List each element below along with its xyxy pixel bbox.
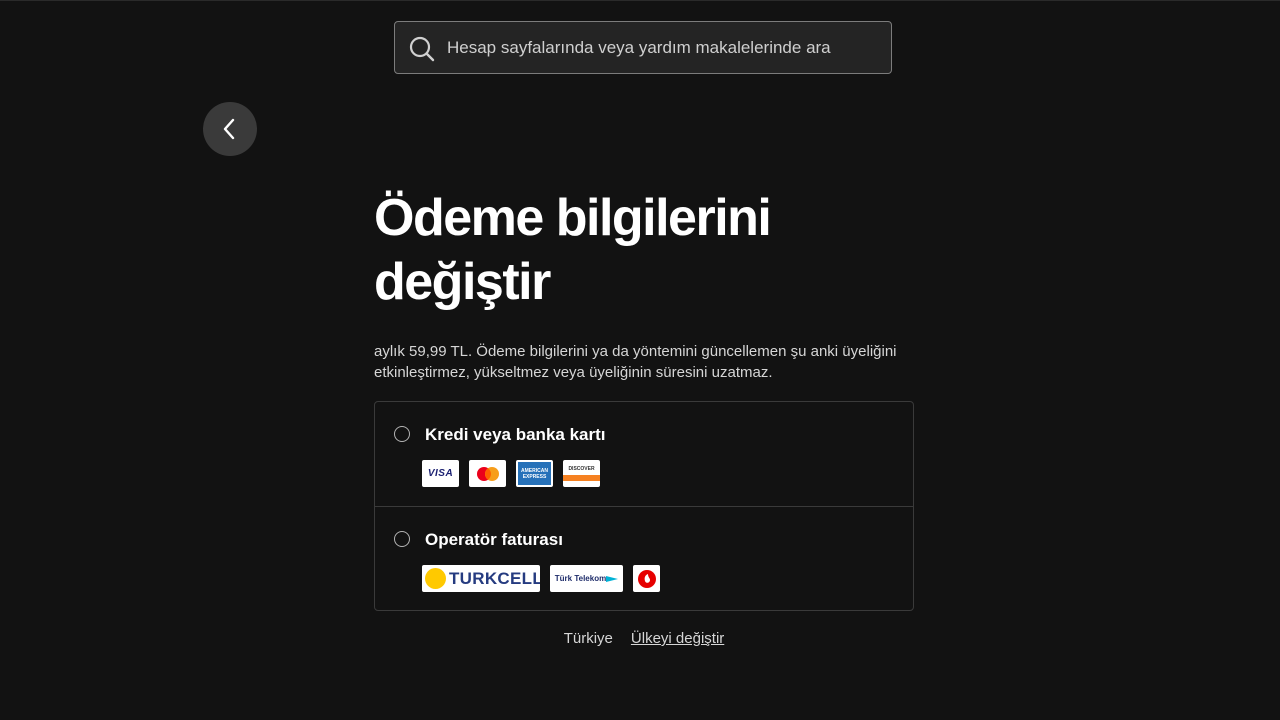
card-option-label: Kredi veya banka kartı <box>425 425 606 444</box>
top-divider <box>0 0 1280 1</box>
search-bar[interactable] <box>394 21 892 74</box>
carrier-option-label: Operatör faturası <box>425 530 563 549</box>
mastercard-logo <box>469 460 506 487</box>
visa-logo: VISA <box>422 460 459 487</box>
page-description: aylık 59,99 TL. Ödeme bilgilerini ya da … <box>374 343 897 381</box>
change-country-link[interactable]: Ülkeyi değiştir <box>631 630 724 650</box>
payment-option-carrier[interactable]: Operatör faturası TURKCELL Türk Telekom <box>375 507 913 611</box>
discover-logo: DISCOVER <box>563 460 600 487</box>
payment-options: Kredi veya banka kartı VISA AMERICAN EXP… <box>374 401 914 611</box>
page-title: Ödeme bilgilerini değiştir <box>374 189 772 311</box>
footer: Türkiye Ülkeyi değiştir <box>0 630 1280 650</box>
back-button[interactable] <box>203 102 257 156</box>
card-radio[interactable] <box>394 426 410 442</box>
search-input[interactable] <box>447 22 877 73</box>
turkcell-logo: TURKCELL <box>422 565 540 592</box>
current-country: Türkiye <box>563 630 613 647</box>
chevron-left-icon <box>223 118 235 140</box>
payment-option-card[interactable]: Kredi veya banka kartı VISA AMERICAN EXP… <box>375 402 913 506</box>
vodafone-logo <box>633 565 660 592</box>
search-icon <box>409 36 435 62</box>
card-logos: VISA AMERICAN EXPRESS DISCOVER <box>422 460 600 487</box>
carrier-logos: TURKCELL Türk Telekom <box>422 565 660 592</box>
amex-logo: AMERICAN EXPRESS <box>516 460 553 487</box>
turk-telekom-logo: Türk Telekom <box>550 565 623 592</box>
carrier-radio[interactable] <box>394 531 410 547</box>
